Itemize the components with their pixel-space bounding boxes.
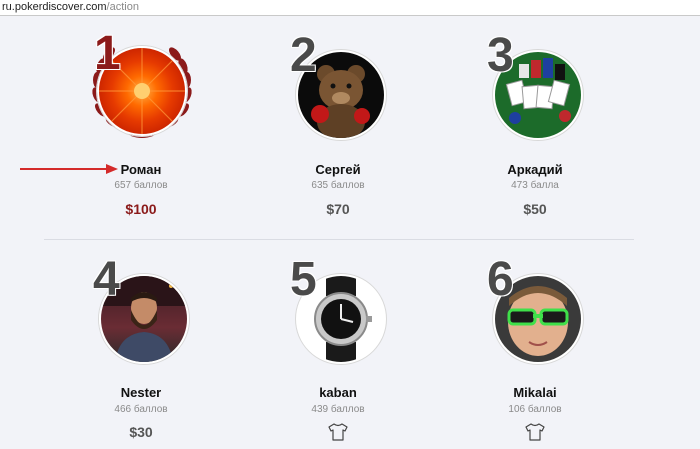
player-name[interactable]: Mikalai <box>435 385 635 400</box>
player-name[interactable]: Роман <box>41 162 241 177</box>
row-divider <box>44 239 634 240</box>
player-name[interactable]: Аркадий <box>435 162 635 177</box>
leader-card-5[interactable]: 5 kaban 439 баллов <box>238 254 438 449</box>
rank-number: 1 <box>94 27 121 80</box>
address-bar[interactable]: ru.pokerdiscover.com/action <box>0 0 700 16</box>
player-name[interactable]: Сергей <box>238 162 438 177</box>
player-points: 466 баллов <box>114 404 168 415</box>
rank-number: 6 <box>487 253 514 306</box>
player-points: 657 баллов <box>114 180 168 191</box>
rank-number: 2 <box>290 29 317 82</box>
player-name[interactable]: kaban <box>238 385 438 400</box>
rank-number: 5 <box>290 253 317 306</box>
tshirt-icon <box>525 423 545 441</box>
player-points: 106 баллов <box>508 404 562 415</box>
leader-card-2[interactable]: 2 Сергей 635 баллов $70 <box>238 30 438 230</box>
leader-card-4[interactable]: 4 Nester 466 баллов $30 <box>41 254 241 449</box>
player-name[interactable]: Nester <box>41 385 241 400</box>
rank-number: 3 <box>487 29 514 82</box>
prize-amount: $100 <box>125 201 157 217</box>
player-points: 473 балла <box>511 180 559 191</box>
leader-card-1[interactable]: 1 Роман 657 баллов $100 <box>41 30 241 230</box>
leader-card-3[interactable]: 3 Аркадий 473 балла $50 <box>435 30 635 230</box>
url-host: ru.pokerdiscover.com <box>2 1 107 13</box>
player-points: 439 баллов <box>311 404 365 415</box>
tshirt-icon <box>328 423 348 441</box>
url-path: /action <box>106 1 139 13</box>
prize-amount: $70 <box>326 201 350 217</box>
url-text[interactable]: ru.pokerdiscover.com/action <box>2 0 139 15</box>
player-points: 635 баллов <box>311 180 365 191</box>
leader-card-6[interactable]: 6 Mikalai 106 баллов <box>435 254 635 449</box>
prize-amount: $50 <box>523 201 547 217</box>
prize-amount: $30 <box>129 424 153 440</box>
rank-number: 4 <box>93 253 120 306</box>
